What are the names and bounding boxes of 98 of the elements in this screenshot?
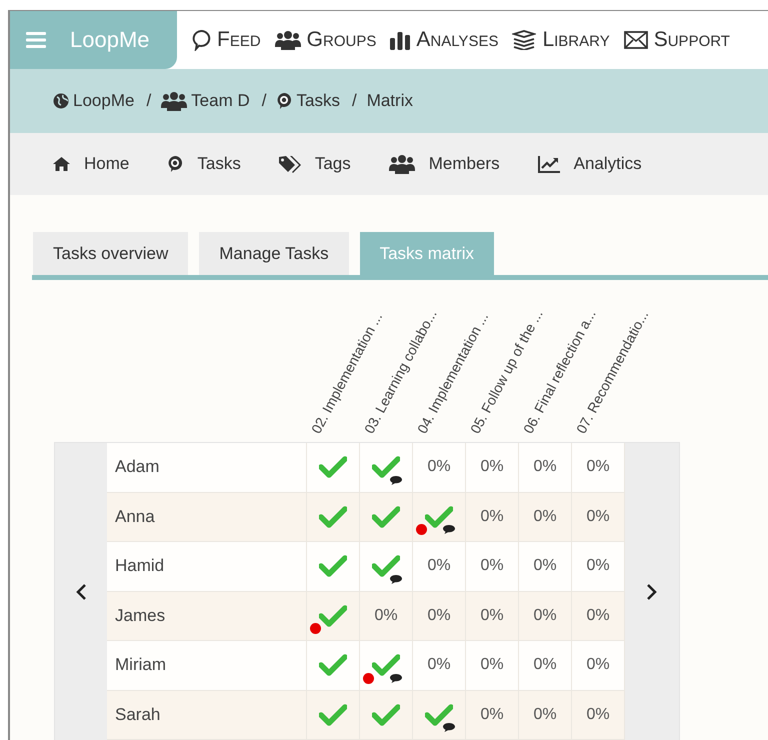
task-cell[interactable]: 0% [466,690,519,740]
task-cell[interactable] [307,542,360,592]
task-cell[interactable]: 0% [519,592,572,641]
task-cell[interactable]: 0% [466,542,519,592]
task-cell[interactable]: 0% [519,690,572,740]
task-cell[interactable]: 0% [360,592,413,641]
task-cell[interactable]: 0% [413,542,466,592]
task-cell[interactable] [307,492,360,542]
nav-link[interactable]: Feed [191,28,261,52]
chevron-right-icon [646,582,658,600]
task-cell[interactable] [360,542,413,592]
tab[interactable]: Tasks overview [33,232,188,275]
comment-icon [390,674,402,682]
task-cell[interactable]: 0% [572,592,625,641]
task-cell[interactable] [307,592,360,641]
subnav-link[interactable]: Analytics [538,154,642,174]
check-icon [372,456,400,478]
task-cell[interactable]: 0% [519,443,572,492]
subnav-link[interactable]: Members [388,154,500,174]
check-icon [372,654,400,676]
breadcrumb-link[interactable]: LoopMe [53,91,134,111]
task-cell[interactable]: 0% [466,492,519,542]
subnav-link[interactable]: Tags [278,154,351,174]
task-cell[interactable] [307,690,360,740]
task-cell[interactable]: 0% [466,443,519,492]
home-icon [53,157,70,171]
task-cell[interactable]: 0% [572,690,625,740]
users-icon [161,91,188,111]
bar-chart-icon [390,30,410,50]
nav-link[interactable]: Groups [274,28,376,52]
subnav-link[interactable]: Tasks [167,154,241,174]
task-cell[interactable] [307,443,360,492]
task-cell[interactable]: 0% [466,592,519,641]
check-icon [319,604,347,627]
task-cell[interactable] [360,641,413,690]
task-cell[interactable] [413,690,466,740]
breadcrumb-separator: / [352,91,357,111]
speech-bubble-icon [191,29,211,51]
task-cell[interactable]: 0% [519,641,572,690]
task-cell[interactable]: 0% [572,641,625,690]
globe-icon [53,93,69,109]
nav-link[interactable]: Support [624,28,730,52]
check-icon [319,506,347,528]
member-name: Anna [107,492,307,542]
task-cell[interactable]: 0% [466,641,519,690]
member-name: Sarah [107,690,307,740]
status-dot [416,524,427,535]
comment-icon [443,525,455,534]
task-cell[interactable]: 0% [572,443,625,492]
check-icon [372,555,400,578]
task-cell[interactable] [413,492,466,542]
task-cell[interactable]: 0% [572,542,625,592]
member-name: James [107,592,307,641]
status-dot [363,672,374,684]
task-cell[interactable] [360,690,413,740]
check-icon [319,654,347,676]
chevron-left-icon [75,582,87,600]
task-cell[interactable]: 0% [519,542,572,592]
task-cell[interactable] [360,492,413,542]
member-name: Hamid [107,542,307,592]
comment-icon [390,476,402,484]
member-name: Adam [107,443,307,492]
users-icon [388,154,415,174]
nav-link[interactable]: Library [512,28,610,52]
task-cell[interactable]: 0% [413,443,466,492]
status-dot [310,623,321,634]
envelope-icon [624,31,648,49]
check-icon [425,704,453,726]
breadcrumb-separator: / [262,91,266,111]
member-name: Miriam [107,641,307,690]
task-cell[interactable]: 0% [413,592,466,641]
subnav-link[interactable]: Home [53,154,130,174]
tags-icon [278,156,301,172]
comment-icon [443,723,455,732]
task-cell[interactable]: 0% [572,492,625,542]
target-icon [167,155,184,173]
nav-link[interactable]: Analyses [390,28,498,52]
task-cell[interactable] [307,641,360,690]
current-page-title: Matrix [366,91,413,111]
line-chart-icon [538,156,560,172]
check-icon [372,506,400,528]
breadcrumb-separator: / [146,91,152,111]
check-icon [319,456,347,478]
check-icon [319,555,347,578]
users-icon [274,30,301,50]
task-cell[interactable]: 0% [519,492,572,542]
tab[interactable]: Manage Tasks [199,232,349,275]
menu-icon [26,32,46,48]
breadcrumb-link[interactable]: Tasks [276,91,340,111]
target-icon [276,92,292,110]
breadcrumb-link[interactable]: Team D [161,91,250,111]
check-icon [372,704,400,726]
check-icon [319,704,347,726]
task-cell[interactable]: 0% [413,641,466,690]
comment-icon [390,574,402,584]
check-icon [425,506,453,528]
books-icon [512,30,536,50]
task-cell[interactable] [360,443,413,492]
